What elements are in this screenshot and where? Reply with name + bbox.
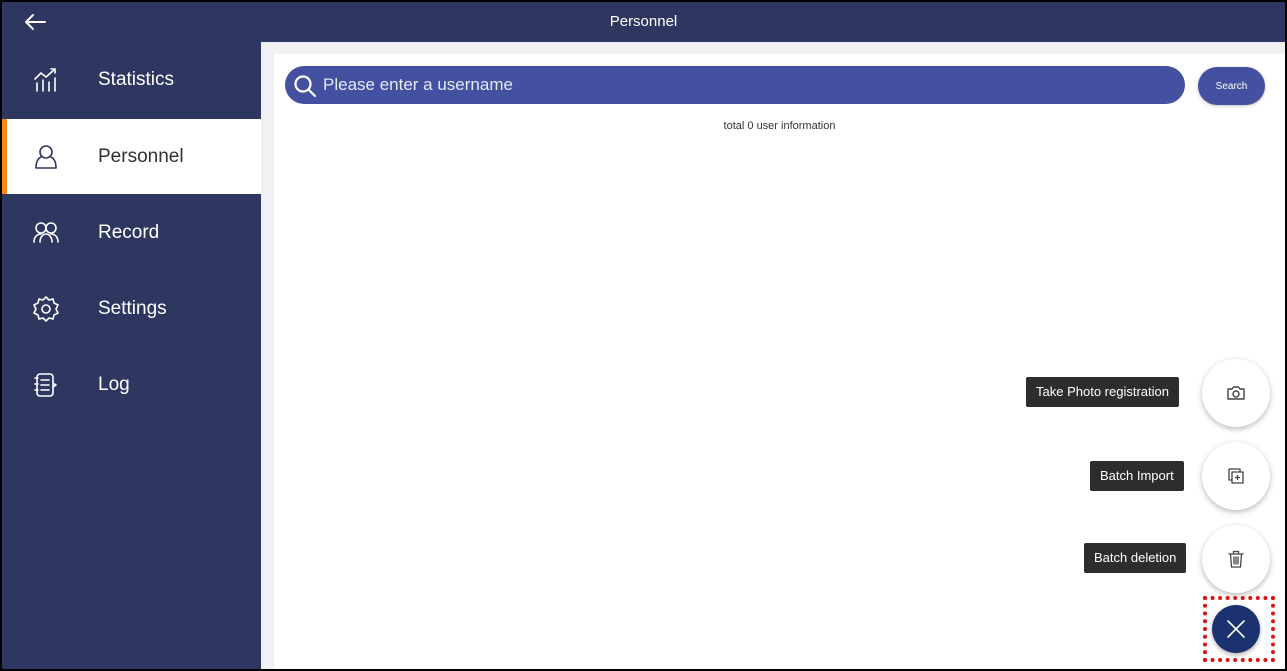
close-icon	[1227, 620, 1245, 638]
trash-icon	[1228, 550, 1244, 568]
search-button[interactable]: Search	[1198, 67, 1265, 105]
search-bar[interactable]	[285, 66, 1185, 104]
batch-deletion-button[interactable]	[1202, 525, 1270, 593]
sidebar-item-label: Record	[98, 221, 160, 243]
log-icon	[32, 371, 60, 399]
sidebar-item-log[interactable]: Log	[2, 347, 261, 422]
sidebar-item-label: Personnel	[98, 145, 184, 167]
group-icon	[32, 219, 60, 247]
main-content: Search total 0 user information	[274, 54, 1285, 669]
sidebar-item-label: Statistics	[98, 68, 175, 90]
sidebar-item-statistics[interactable]: Statistics	[2, 42, 261, 117]
title-bar: Personnel	[2, 2, 1285, 42]
person-icon	[32, 143, 60, 171]
total-count-text: total 0 user information	[723, 120, 836, 132]
fab-label-take-photo: Take Photo registration	[1026, 377, 1179, 407]
import-icon	[1228, 468, 1244, 484]
fab-label-batch-import: Batch Import	[1090, 461, 1184, 491]
sidebar-item-label: Log	[98, 373, 130, 395]
sidebar-item-personnel[interactable]: Personnel	[2, 119, 261, 194]
statistics-icon	[32, 66, 60, 94]
search-icon	[294, 75, 317, 98]
sidebar: Statistics Personnel Record Settings Log	[2, 42, 261, 669]
sidebar-item-label: Settings	[98, 297, 167, 319]
sidebar-item-record[interactable]: Record	[2, 195, 261, 270]
sidebar-item-settings[interactable]: Settings	[2, 271, 261, 346]
search-input[interactable]	[323, 66, 1163, 104]
gear-icon	[32, 295, 60, 323]
fab-label-batch-deletion: Batch deletion	[1084, 543, 1187, 573]
page-title: Personnel	[609, 13, 678, 30]
close-fab-button[interactable]	[1212, 605, 1260, 653]
take-photo-button[interactable]	[1202, 359, 1270, 427]
batch-import-button[interactable]	[1202, 442, 1270, 510]
camera-icon	[1227, 386, 1245, 400]
